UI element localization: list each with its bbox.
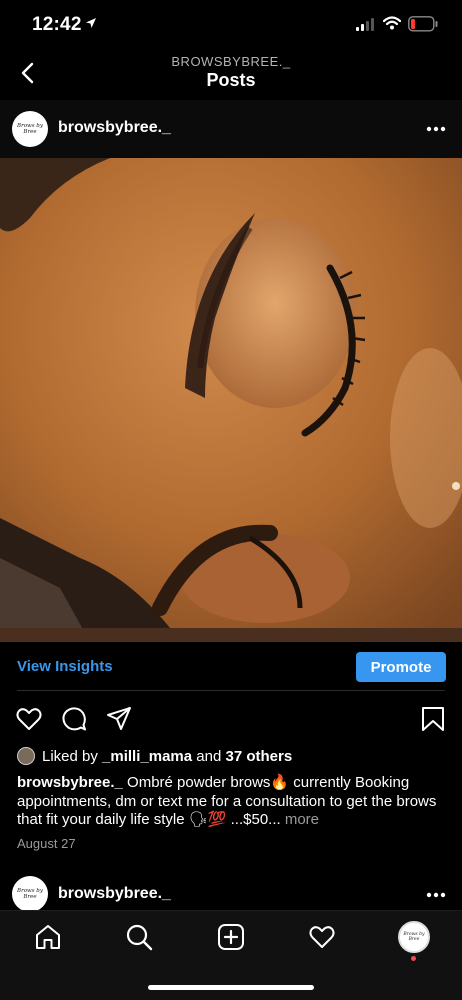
liked-by-user[interactable]: _milli_mama [102,748,192,765]
likes-summary[interactable]: Liked by _milli_mama and 37 others [17,746,292,766]
profile-logo-text: Brows by Bree [403,932,425,942]
status-bar: 12:42 [0,0,462,50]
share-icon[interactable] [105,705,133,733]
promote-button[interactable]: Promote [356,652,446,682]
location-arrow-icon [86,18,96,28]
add-icon[interactable] [217,923,245,951]
post-username[interactable]: browsbybree._ [58,119,171,137]
caption-username[interactable]: browsbybree._ [17,774,123,791]
post-actions [0,700,462,740]
comment-icon[interactable] [60,705,88,733]
view-insights-link[interactable]: View Insights [17,658,113,675]
heart-icon[interactable] [15,705,43,733]
avatar[interactable]: Brows by Bree [12,111,48,147]
post-username[interactable]: browsbybree._ [58,885,171,903]
page-title: Posts [206,70,256,90]
wifi-icon [383,16,401,30]
home-indicator[interactable] [148,985,314,990]
liked-by-and: and [196,747,222,765]
activity-heart-icon[interactable] [308,923,336,951]
post-photo-illustration [0,158,462,642]
post-caption: browsbybree._ Ombré powder brows🔥 curren… [17,774,449,830]
liked-by-others[interactable]: 37 others [225,748,292,765]
caption-more-link[interactable]: more [285,811,319,828]
more-icon[interactable] [426,126,446,132]
liked-by-prefix: Liked by [42,747,98,765]
post-image[interactable] [0,158,462,642]
avatar-logo-text: Brows by Bree [17,888,43,900]
signal-icon [356,18,374,31]
liker-avatar [17,747,35,765]
notification-dot [411,956,416,961]
nav-subtitle: BROWSBYBREE._ [171,54,291,69]
divider [17,690,445,691]
status-time: 12:42 [32,14,82,35]
nav-header: BROWSBYBREE._ Posts [0,50,462,100]
bookmark-icon[interactable] [419,705,447,733]
next-post-header: Brows by Bree browsbybree._ [0,868,462,912]
battery-icon [408,16,438,32]
search-icon[interactable] [125,923,153,951]
home-icon[interactable] [34,923,62,951]
post-date: August 27 [17,836,76,851]
insights-row: View Insights Promote [0,642,462,692]
more-icon[interactable] [426,892,446,898]
profile-avatar-icon[interactable]: Brows by Bree [398,921,430,953]
post-header: Brows by Bree browsbybree._ [0,100,462,158]
avatar-logo-text: Brows by Bree [17,123,43,135]
avatar[interactable]: Brows by Bree [12,876,48,912]
